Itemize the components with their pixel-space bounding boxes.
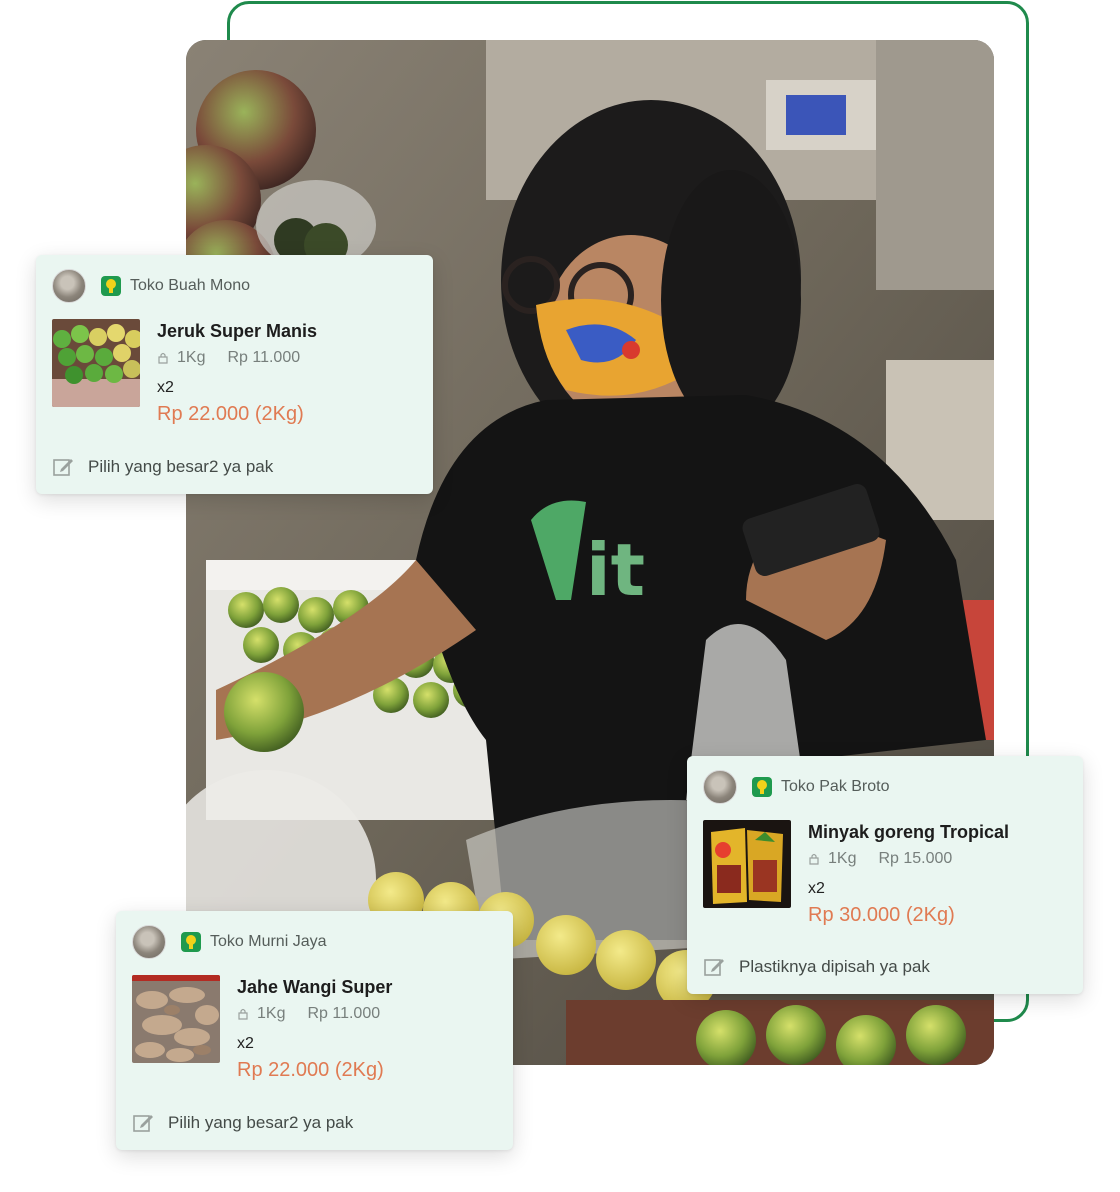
store-name: Toko Pak Broto (781, 778, 890, 795)
product-total-price: Rp 30.000 (2Kg) (808, 904, 955, 926)
order-card-toko-buah-mono[interactable]: Toko Buah Mono Jeruk Super Manis 1Kg Rp … (36, 255, 433, 494)
store-header: Toko Pak Broto (703, 770, 890, 804)
store-name: Toko Buah Mono (130, 277, 251, 294)
product-image (703, 820, 791, 908)
edit-note-icon (133, 1115, 153, 1132)
product-image (52, 319, 140, 407)
product-meta: 1Kg Rp 11.000 (157, 349, 317, 367)
order-note: Pilih yang besar2 ya pak (132, 1112, 353, 1134)
product-name: Jahe Wangi Super (237, 977, 393, 997)
order-note: Plastiknya dipisah ya pak (703, 956, 930, 978)
store-header: Toko Buah Mono (52, 269, 250, 303)
order-note: Pilih yang besar2 ya pak (52, 456, 273, 478)
edit-note-icon (53, 459, 73, 476)
order-note-text: Pilih yang besar2 ya pak (168, 1113, 354, 1132)
product-unit-price: Rp 11.000 (307, 1005, 381, 1022)
shirt-logo-text: it (586, 528, 645, 612)
product-meta: 1Kg Rp 11.000 (237, 1005, 392, 1023)
product-info: Jeruk Super Manis 1Kg Rp 11.000 x2 Rp 22… (157, 319, 317, 426)
store-avatar (703, 770, 737, 804)
store-avatar (52, 269, 86, 303)
product-total-price: Rp 22.000 (2Kg) (237, 1059, 384, 1081)
edit-note-icon (704, 959, 724, 976)
store-avatar (132, 925, 166, 959)
product-total-price: Rp 22.000 (2Kg) (157, 403, 304, 425)
product-quantity: x2 (157, 379, 174, 396)
product-unit-price: Rp 11.000 (227, 349, 301, 366)
store-name: Toko Murni Jaya (210, 933, 327, 950)
order-card-toko-pak-broto[interactable]: Toko Pak Broto Minyak goreng Tropical 1K… (687, 756, 1083, 994)
product-quantity: x2 (808, 880, 825, 897)
product-unit: 1Kg (828, 850, 857, 867)
order-note-text: Plastiknya dipisah ya pak (739, 957, 930, 976)
product-unit: 1Kg (177, 349, 206, 366)
product-unit: 1Kg (257, 1005, 286, 1022)
product-info: Minyak goreng Tropical 1Kg Rp 15.000 x2 … (808, 820, 1009, 927)
verified-store-badge-icon (101, 276, 121, 296)
product-info: Jahe Wangi Super 1Kg Rp 11.000 x2 Rp 22.… (237, 975, 392, 1082)
weight-bag-icon (158, 352, 168, 364)
order-note-text: Pilih yang besar2 ya pak (88, 457, 274, 476)
product-unit-price: Rp 15.000 (878, 850, 953, 867)
product-name: Jeruk Super Manis (157, 321, 318, 341)
store-header: Toko Murni Jaya (132, 925, 327, 959)
product-meta: 1Kg Rp 15.000 (808, 850, 1009, 868)
product-quantity: x2 (237, 1035, 254, 1052)
product-name: Minyak goreng Tropical (808, 822, 1010, 842)
weight-bag-icon (809, 853, 819, 865)
product-image (132, 975, 220, 1063)
verified-store-badge-icon (181, 932, 201, 952)
order-card-toko-murni-jaya[interactable]: Toko Murni Jaya Jahe Wangi Super 1Kg Rp … (116, 911, 513, 1150)
weight-bag-icon (238, 1008, 248, 1020)
verified-store-badge-icon (752, 777, 772, 797)
